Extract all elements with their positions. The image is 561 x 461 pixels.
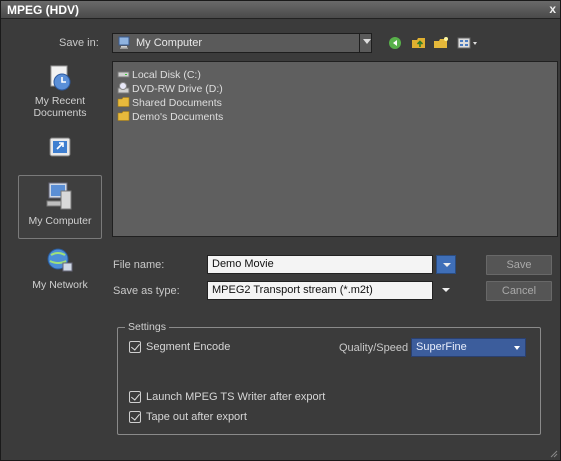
save-dialog-window: MPEG (HDV) x Save in: My Computer My Rec… [0,0,561,461]
title-bar[interactable]: MPEG (HDV) x [1,1,560,19]
place-desktop[interactable] [18,133,102,171]
checkbox-checked-icon [129,341,141,353]
place-label: My Network [32,279,88,291]
disk-drive-icon [117,71,130,78]
new-folder-icon[interactable] [433,36,449,50]
segment-encode-checkbox[interactable]: Segment Encode [129,341,289,355]
window-title: MPEG (HDV) [7,3,79,17]
save-as-type-dropdown-button[interactable] [436,281,456,300]
recent-documents-icon [50,65,71,91]
cancel-button[interactable]: Cancel [486,281,552,301]
checkbox-checked-icon [129,391,141,403]
dvd-drive-icon [117,82,130,94]
quality-speed-select[interactable]: SuperFine [411,338,526,357]
save-in-value: My Computer [136,37,203,49]
chevron-down-icon [443,263,451,267]
place-label: My Recent Documents [33,95,87,119]
file-name-label: File name: [113,259,165,271]
folder-icon [117,111,130,121]
save-button[interactable]: Save [486,255,552,275]
folder-icon [117,97,130,107]
computer-icon [118,36,130,49]
quality-speed-label: Quality/Speed [339,342,409,354]
my-computer-icon [46,182,72,210]
quality-speed-value: SuperFine [416,341,467,353]
view-menu-icon[interactable] [457,36,479,50]
file-name-dropdown-button[interactable] [436,255,456,274]
close-button[interactable]: x [549,2,556,16]
file-list[interactable]: Local Disk (C:) DVD-RW Drive (D:) Shared… [112,61,558,237]
chevron-down-icon[interactable] [363,39,371,44]
back-icon[interactable] [387,36,403,50]
checkbox-label: Tape out after export [146,411,247,423]
place-my-recent-documents[interactable]: My Recent Documents [18,63,102,127]
save-in-dropdown[interactable]: My Computer [112,33,372,53]
save-as-type-label: Save as type: [113,285,180,297]
chevron-down-icon [514,346,520,350]
checkbox-label: Segment Encode [146,341,231,353]
place-label: My Computer [28,215,92,227]
resize-grip-icon[interactable] [548,448,558,458]
checkbox-label: Launch MPEG TS Writer after export [146,391,326,403]
launch-writer-checkbox[interactable]: Launch MPEG TS Writer after export [129,391,389,405]
checkbox-checked-icon [129,411,141,423]
places-bar: My Recent Documents My Computer My Netwo… [18,61,102,301]
file-name-field[interactable]: Demo Movie [207,255,433,274]
save-as-type-field[interactable]: MPEG2 Transport stream (*.m2t) [207,281,433,300]
place-my-computer[interactable]: My Computer [18,175,102,239]
desktop-icon [49,137,71,157]
dropdown-separator [359,34,360,52]
place-my-network[interactable]: My Network [18,245,102,297]
settings-group-title: Settings [125,321,169,333]
up-folder-icon[interactable] [411,36,427,50]
my-network-icon [47,248,73,272]
tape-out-checkbox[interactable]: Tape out after export [129,411,329,425]
chevron-down-icon [442,288,450,292]
save-in-label: Save in: [59,37,99,49]
